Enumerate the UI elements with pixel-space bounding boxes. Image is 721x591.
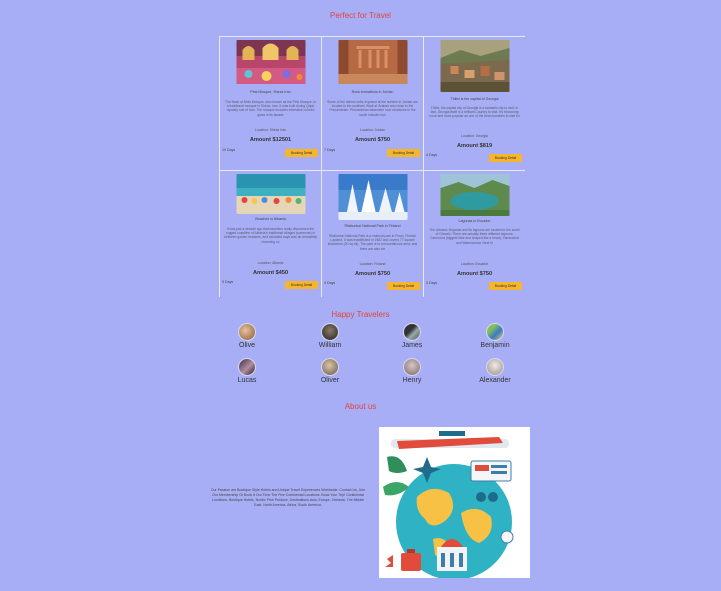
card-amount: Amount $750: [456, 271, 493, 277]
card-title: Pink Mosque, Shiraz Iran: [250, 90, 291, 94]
traveler-item: Henry: [371, 358, 453, 384]
card-location: Location: Georgia: [461, 134, 488, 138]
card-location: Location: Albania: [257, 261, 284, 265]
card-title: Riisitunturi National Park in Finland: [344, 224, 401, 228]
avatar: [403, 358, 421, 376]
tbilisi-image: [440, 40, 509, 92]
destination-card: Tbilisi is the capital of Georgia Tbilis…: [424, 37, 525, 170]
travelers-list: Olive William James Benjamin Lucas Olive…: [206, 323, 536, 387]
traveler-item: Oliver: [289, 358, 371, 384]
beach-image: [236, 174, 305, 214]
destination-card: Beaches in Albania It was just a decade …: [220, 171, 321, 297]
card-days: 3 Days: [426, 281, 438, 285]
traveler-item: Olive: [206, 323, 288, 349]
card-description: Tbilisi, the capital city of Georgia is …: [429, 106, 520, 119]
petra-image: [338, 40, 407, 84]
traveler-name: William: [318, 342, 342, 349]
traveler-item: Benjamin: [454, 323, 536, 349]
card-location: Location: Shiraz Iran: [254, 128, 287, 132]
traveler-item: Alexander: [454, 358, 536, 384]
card-title: Tbilisi is the capital of Georgia: [450, 97, 499, 101]
traveler-item: James: [371, 323, 453, 349]
destination-card: Lagunas in Ecuador The volcanic Mojanda …: [424, 171, 525, 297]
traveler-name: Lucas: [237, 377, 257, 384]
card-title: Rock formations in Jordan: [351, 90, 394, 94]
traveler-name: Alexander: [479, 377, 511, 384]
card-amount: Amount $450: [252, 270, 289, 276]
about-text: Our Passion are Boutique Style Hotels an…: [210, 488, 366, 507]
card-days: 10 Days: [222, 148, 236, 152]
card-description: Some of the oldest rocks exposed at the …: [327, 100, 418, 117]
card-title: Beaches in Albania: [255, 217, 286, 221]
booking-detail-button[interactable]: Booking Detail: [387, 149, 420, 157]
traveler-item: William: [289, 323, 371, 349]
card-location: Location: Jordan: [359, 128, 386, 132]
card-days: 5 Days: [222, 280, 234, 284]
card-description: The Nasir al-Molk Mosque, also known as …: [225, 100, 316, 117]
card-location: Location: Ecuador: [460, 262, 489, 266]
travel-section-title: Perfect for Travel: [330, 11, 391, 20]
avatar: [486, 358, 504, 376]
traveler-name: James: [401, 342, 423, 349]
avatar: [321, 358, 339, 376]
booking-detail-button[interactable]: Booking Detail: [489, 154, 522, 162]
card-days: 4 Days: [426, 153, 438, 157]
avatar: [403, 323, 421, 341]
card-amount: Amount $750: [354, 271, 391, 277]
avatar: [486, 323, 504, 341]
booking-detail-button[interactable]: Booking Detail: [387, 282, 420, 290]
card-description: Riisitunturi National Park is a national…: [327, 234, 418, 251]
card-location: Location: Finland: [359, 262, 386, 266]
destination-card: Pink Mosque, Shiraz Iran The Nasir al-Mo…: [220, 37, 321, 170]
traveler-name: Henry: [402, 377, 422, 384]
traveler-item: Lucas: [206, 358, 288, 384]
travel-illustration-image: [379, 427, 530, 578]
booking-detail-button[interactable]: Booking Detail: [285, 281, 318, 289]
avatar: [238, 323, 256, 341]
crater-lake-image: [440, 174, 509, 216]
destination-card: Riisitunturi National Park in Finland Ri…: [322, 171, 423, 297]
booking-detail-button[interactable]: Booking Detail: [285, 149, 318, 157]
card-description: The volcanic Mojanda and its lagoons are…: [429, 228, 520, 245]
card-title: Lagunas in Ecuador: [458, 219, 491, 223]
destination-card: Rock formations in Jordan Some of the ol…: [322, 37, 423, 170]
destination-grid: Pink Mosque, Shiraz Iran The Nasir al-Mo…: [219, 36, 525, 297]
avatar: [321, 323, 339, 341]
card-days: 4 Days: [324, 281, 336, 285]
avatar: [238, 358, 256, 376]
mosque-interior-image: [236, 40, 305, 84]
booking-detail-button[interactable]: Booking Detail: [489, 282, 522, 290]
about-section-title: About us: [344, 402, 377, 411]
card-days: 7 Days: [324, 148, 336, 152]
card-amount: Amount $750: [354, 137, 391, 143]
traveler-name: Oliver: [320, 377, 340, 384]
card-amount: Amount $819: [456, 143, 493, 149]
travelers-section-title: Happy Travelers: [331, 310, 390, 319]
traveler-name: Benjamin: [480, 342, 510, 349]
card-amount: Amount $12501: [249, 137, 292, 143]
snow-forest-image: [338, 174, 407, 220]
traveler-name: Olive: [239, 342, 255, 349]
card-description: It was just a decade ago that travellers…: [224, 227, 317, 244]
